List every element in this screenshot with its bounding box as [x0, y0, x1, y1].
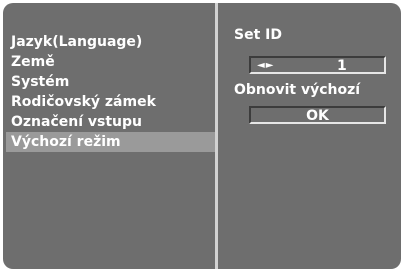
set-id-label: Set ID — [234, 27, 282, 43]
menu-item-country[interactable]: Země — [6, 52, 215, 72]
ok-button[interactable]: OK — [249, 106, 386, 124]
menu-list: Jazyk(Language) Země Systém Rodičovský z… — [6, 32, 215, 152]
left-right-arrows-icon[interactable]: ◄► — [257, 58, 274, 74]
set-id-selector[interactable]: ◄► 1 — [249, 56, 386, 74]
menu-item-factory-reset[interactable]: Výchozí režim — [6, 132, 215, 152]
tv-osd-screen: Jazyk(Language) Země Systém Rodičovský z… — [3, 3, 401, 269]
menu-item-system[interactable]: Systém — [6, 72, 215, 92]
reset-label: Obnovit výchozí — [234, 82, 361, 98]
menu-panel: Jazyk(Language) Země Systém Rodičovský z… — [6, 6, 215, 266]
set-id-value: 1 — [337, 58, 347, 74]
ok-button-label: OK — [306, 108, 329, 124]
set-id-selector-content: ◄► 1 — [251, 58, 384, 74]
settings-panel: Set ID ◄► 1 Obnovit výchozí OK — [218, 3, 401, 269]
menu-item-input-label[interactable]: Označení vstupu — [6, 112, 215, 132]
menu-item-language[interactable]: Jazyk(Language) — [6, 32, 215, 52]
menu-item-parental-lock[interactable]: Rodičovský zámek — [6, 92, 215, 112]
